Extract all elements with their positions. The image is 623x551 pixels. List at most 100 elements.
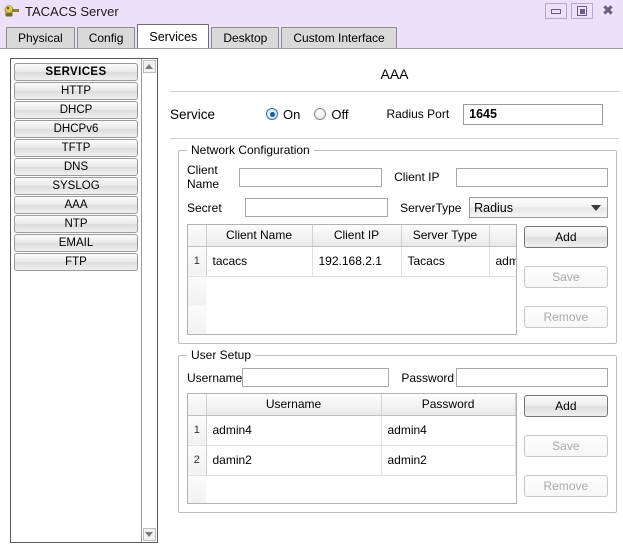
sidebar-item-label: NTP xyxy=(64,218,88,230)
sidebar-item-label: DHCPv6 xyxy=(53,123,99,135)
cell-client-ip[interactable]: 192.168.2.1 xyxy=(312,246,402,277)
table-row[interactable]: 1 tacacs 192.168.2.1 Tacacs admin2 xyxy=(188,246,516,277)
services-sidebar: SERVICES HTTP DHCP DHCPv6 TFTP DNS SYSLO… xyxy=(10,58,158,543)
sidebar-item-label: SERVICES xyxy=(45,66,107,78)
username-input[interactable] xyxy=(242,368,390,387)
user-setup-group: User Setup Username Password Username Pa… xyxy=(178,348,617,513)
network-config-table[interactable]: Client Name Client IP Server Type Key 1 … xyxy=(187,224,517,335)
minimize-icon xyxy=(551,8,561,14)
empty-cell xyxy=(206,475,516,503)
sidebar-item-ntp[interactable]: NTP xyxy=(14,215,138,233)
scroll-down-button[interactable] xyxy=(142,528,156,541)
scroll-up-button[interactable] xyxy=(142,60,156,73)
server-type-select[interactable]: Radius xyxy=(469,197,608,218)
sidebar-item-dns[interactable]: DNS xyxy=(14,158,138,176)
divider-service xyxy=(170,138,619,139)
server-type-value: Radius xyxy=(474,200,514,215)
sidebar-item-http[interactable]: HTTP xyxy=(14,82,138,100)
secret-input[interactable] xyxy=(245,198,389,217)
tab-config[interactable]: Config xyxy=(76,27,136,48)
window-title: TACACS Server xyxy=(25,3,119,19)
service-on-radio[interactable] xyxy=(266,108,278,120)
service-on-label: On xyxy=(283,106,301,122)
radius-port-input[interactable] xyxy=(463,103,604,125)
network-config-buttons: Add Save Remove xyxy=(523,224,608,335)
client-name-label: Client Name xyxy=(187,163,220,191)
sidebar-scrollbar[interactable] xyxy=(141,59,156,542)
tab-services[interactable]: Services xyxy=(137,24,210,48)
table-row[interactable]: 2 damin2 admin2 xyxy=(188,445,516,476)
column-header-server-type[interactable]: Server Type xyxy=(401,225,490,247)
network-remove-button[interactable]: Remove xyxy=(523,306,608,328)
tab-desktop[interactable]: Desktop xyxy=(211,27,280,48)
table-empty-row xyxy=(188,306,516,334)
empty-cell xyxy=(206,306,516,334)
tab-bar: Physical Config Services Desktop Custom … xyxy=(0,22,623,48)
maximize-button[interactable] xyxy=(571,3,593,19)
service-row: Service On Off Radius Port xyxy=(170,99,619,129)
sidebar-item-dhcp[interactable]: DHCP xyxy=(14,101,138,119)
radius-port-label: Radius Port xyxy=(386,107,450,121)
column-header-key[interactable]: Key xyxy=(489,225,516,247)
sidebar-item-syslog[interactable]: SYSLOG xyxy=(14,177,138,195)
empty-cell xyxy=(206,276,516,306)
client-ip-input[interactable] xyxy=(456,167,608,187)
row-number xyxy=(188,276,206,306)
cell-username[interactable]: damin2 xyxy=(206,445,382,476)
user-save-button[interactable]: Save xyxy=(523,435,608,457)
table-empty-row xyxy=(188,276,516,306)
sidebar-item-ftp[interactable]: FTP xyxy=(14,253,138,271)
column-header-client-name[interactable]: Client Name xyxy=(206,225,313,247)
table-row[interactable]: 1 admin4 admin4 xyxy=(188,415,516,446)
sidebar-item-email[interactable]: EMAIL xyxy=(14,234,138,252)
cell-key[interactable]: admin2 xyxy=(489,246,516,277)
network-configuration-group: Network Configuration Client Name Client… xyxy=(178,143,617,344)
user-setup-table[interactable]: Username Password 1 admin4 admin4 2 dami… xyxy=(187,393,517,504)
user-remove-button[interactable]: Remove xyxy=(523,475,608,497)
close-icon: ✖ xyxy=(602,3,614,19)
network-configuration-legend: Network Configuration xyxy=(187,143,314,157)
password-input[interactable] xyxy=(456,368,608,387)
row-number xyxy=(188,306,206,334)
row-number-header xyxy=(188,394,207,416)
close-button[interactable]: ✖ xyxy=(597,3,619,19)
row-number xyxy=(188,475,206,503)
cell-username[interactable]: admin4 xyxy=(206,415,382,446)
minimize-button[interactable] xyxy=(545,3,567,19)
sidebar-item-tftp[interactable]: TFTP xyxy=(14,139,138,157)
row-number-header xyxy=(188,225,207,247)
tab-label: Services xyxy=(149,29,198,44)
sidebar-item-dhcpv6[interactable]: DHCPv6 xyxy=(14,120,138,138)
scrollbar-track[interactable] xyxy=(142,73,156,528)
tab-label: Config xyxy=(88,31,124,45)
client-name-input[interactable] xyxy=(239,167,383,187)
secret-row: Secret ServerType Radius xyxy=(187,197,608,218)
chevron-down-icon xyxy=(591,204,601,211)
tab-custom-interface[interactable]: Custom Interface xyxy=(281,27,397,48)
user-add-button[interactable]: Add xyxy=(523,395,608,417)
tab-physical[interactable]: Physical xyxy=(6,27,75,48)
sidebar-item-label: TFTP xyxy=(61,142,91,154)
cell-client-name[interactable]: tacacs xyxy=(206,246,313,277)
network-add-button[interactable]: Add xyxy=(523,226,608,248)
column-header-client-ip[interactable]: Client IP xyxy=(312,225,402,247)
table-header-row: Client Name Client IP Server Type Key xyxy=(188,225,516,247)
cell-password[interactable]: admin4 xyxy=(381,415,516,446)
client-ip-label: Client IP xyxy=(394,170,440,184)
cell-server-type[interactable]: Tacacs xyxy=(401,246,490,277)
service-off-radio[interactable] xyxy=(314,108,327,120)
sidebar-item-label: AAA xyxy=(64,199,88,211)
network-save-button[interactable]: Save xyxy=(523,266,608,288)
cell-password[interactable]: admin2 xyxy=(381,445,516,476)
user-setup-buttons: Add Save Remove xyxy=(523,393,608,504)
maximize-icon xyxy=(577,6,587,16)
row-number: 1 xyxy=(188,415,207,446)
column-header-password[interactable]: Password xyxy=(381,394,516,416)
sidebar-item-label: DNS xyxy=(63,161,89,173)
column-header-username[interactable]: Username xyxy=(206,394,382,416)
username-row: Username Password xyxy=(187,368,608,387)
sidebar-item-services[interactable]: SERVICES xyxy=(14,63,138,81)
sidebar-item-aaa[interactable]: AAA xyxy=(14,196,138,214)
tacacs-server-window: TACACS Server ✖ Physical Config Services… xyxy=(0,0,623,551)
tab-label: Physical xyxy=(18,31,63,45)
